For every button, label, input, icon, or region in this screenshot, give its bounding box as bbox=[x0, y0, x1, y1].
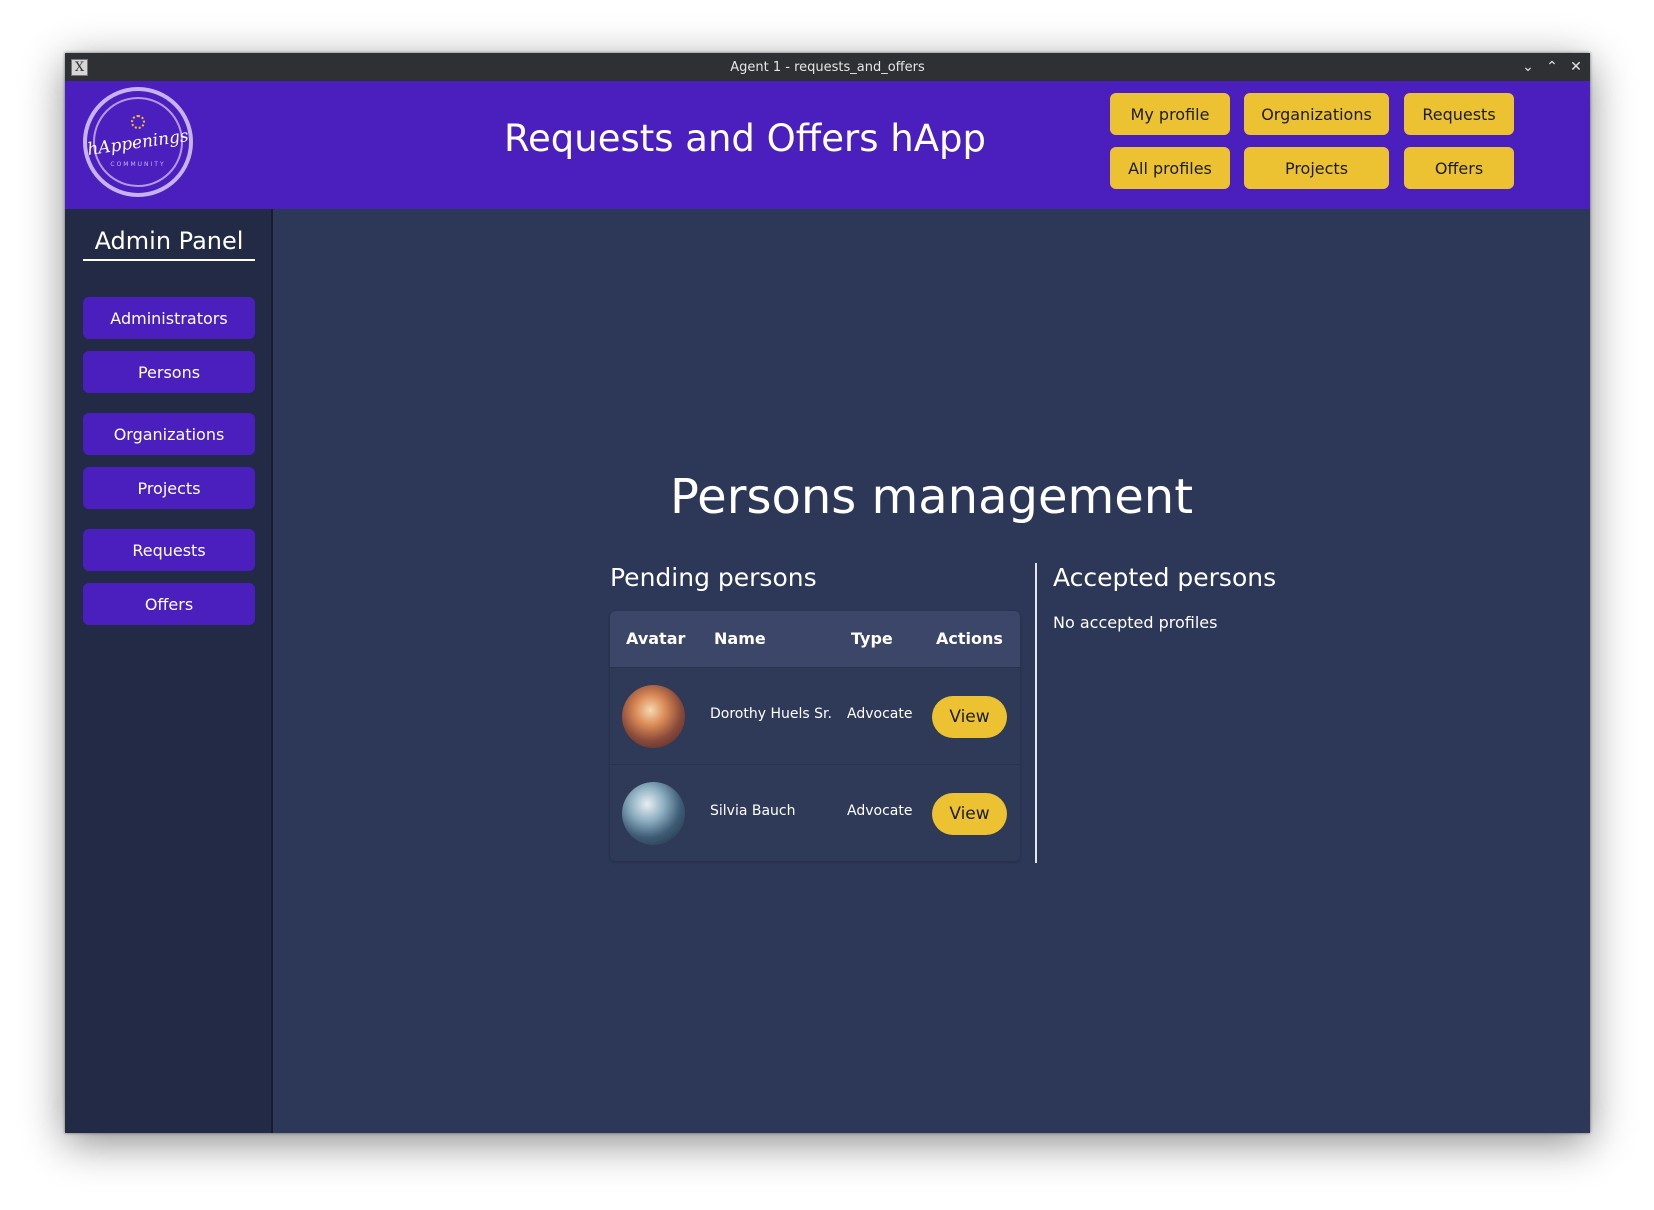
organizations-button[interactable]: Organizations bbox=[1244, 93, 1389, 135]
sidebar-item-projects[interactable]: Projects bbox=[83, 467, 255, 509]
column-header-type: Type bbox=[851, 629, 893, 648]
app-window: X Agent 1 - requests_and_offers ⌄ ⌃ ✕ hA… bbox=[65, 53, 1590, 1133]
sidebar-item-organizations[interactable]: Organizations bbox=[83, 413, 255, 455]
my-profile-button[interactable]: My profile bbox=[1110, 93, 1230, 135]
offers-button[interactable]: Offers bbox=[1404, 147, 1514, 189]
view-button[interactable]: View bbox=[932, 696, 1007, 738]
admin-sidebar: Admin Panel Administrators Persons Organ… bbox=[65, 209, 273, 1133]
sidebar-item-persons[interactable]: Persons bbox=[83, 351, 255, 393]
person-type: Advocate bbox=[847, 706, 913, 722]
page-title: Persons management bbox=[669, 469, 1194, 525]
app-title: Requests and Offers hApp bbox=[503, 117, 987, 160]
minimize-icon[interactable]: ⌄ bbox=[1518, 57, 1538, 77]
column-header-avatar: Avatar bbox=[626, 629, 686, 648]
person-name: Dorothy Huels Sr. bbox=[710, 706, 832, 722]
requests-button[interactable]: Requests bbox=[1404, 93, 1514, 135]
empty-state-text: No accepted profiles bbox=[1053, 613, 1218, 632]
view-button[interactable]: View bbox=[932, 793, 1007, 835]
person-name: Silvia Bauch bbox=[710, 803, 796, 819]
pending-persons-heading: Pending persons bbox=[610, 563, 817, 592]
accepted-persons-heading: Accepted persons bbox=[1053, 563, 1277, 592]
avatar bbox=[622, 782, 685, 845]
logo-subtext: COMMUNITY bbox=[110, 161, 166, 168]
sidebar-item-administrators[interactable]: Administrators bbox=[83, 297, 255, 339]
sidebar-item-offers[interactable]: Offers bbox=[83, 583, 255, 625]
table-row: Dorothy Huels Sr. Advocate View bbox=[610, 667, 1020, 764]
person-type: Advocate bbox=[847, 803, 913, 819]
sidebar-title: Admin Panel bbox=[83, 227, 255, 261]
window-titlebar: X Agent 1 - requests_and_offers ⌄ ⌃ ✕ bbox=[65, 53, 1590, 81]
maximize-icon[interactable]: ⌃ bbox=[1542, 57, 1562, 77]
all-profiles-button[interactable]: All profiles bbox=[1110, 147, 1230, 189]
sidebar-item-requests[interactable]: Requests bbox=[83, 529, 255, 571]
pending-persons-table: Avatar Name Type Actions Dorothy Huels S… bbox=[610, 611, 1020, 861]
projects-button[interactable]: Projects bbox=[1244, 147, 1389, 189]
column-header-actions: Actions bbox=[936, 629, 1003, 648]
app-header: hAppenings COMMUNITY Requests and Offers… bbox=[65, 81, 1590, 209]
close-icon[interactable]: ✕ bbox=[1566, 57, 1586, 77]
table-header: Avatar Name Type Actions bbox=[610, 611, 1020, 667]
section-divider bbox=[1035, 563, 1037, 863]
table-row: Silvia Bauch Advocate View bbox=[610, 764, 1020, 861]
sun-icon bbox=[131, 115, 145, 129]
x-app-icon: X bbox=[71, 59, 88, 76]
avatar bbox=[622, 685, 685, 748]
window-title: Agent 1 - requests_and_offers bbox=[730, 59, 925, 75]
column-header-name: Name bbox=[714, 629, 766, 648]
happenings-logo[interactable]: hAppenings COMMUNITY bbox=[83, 87, 193, 197]
